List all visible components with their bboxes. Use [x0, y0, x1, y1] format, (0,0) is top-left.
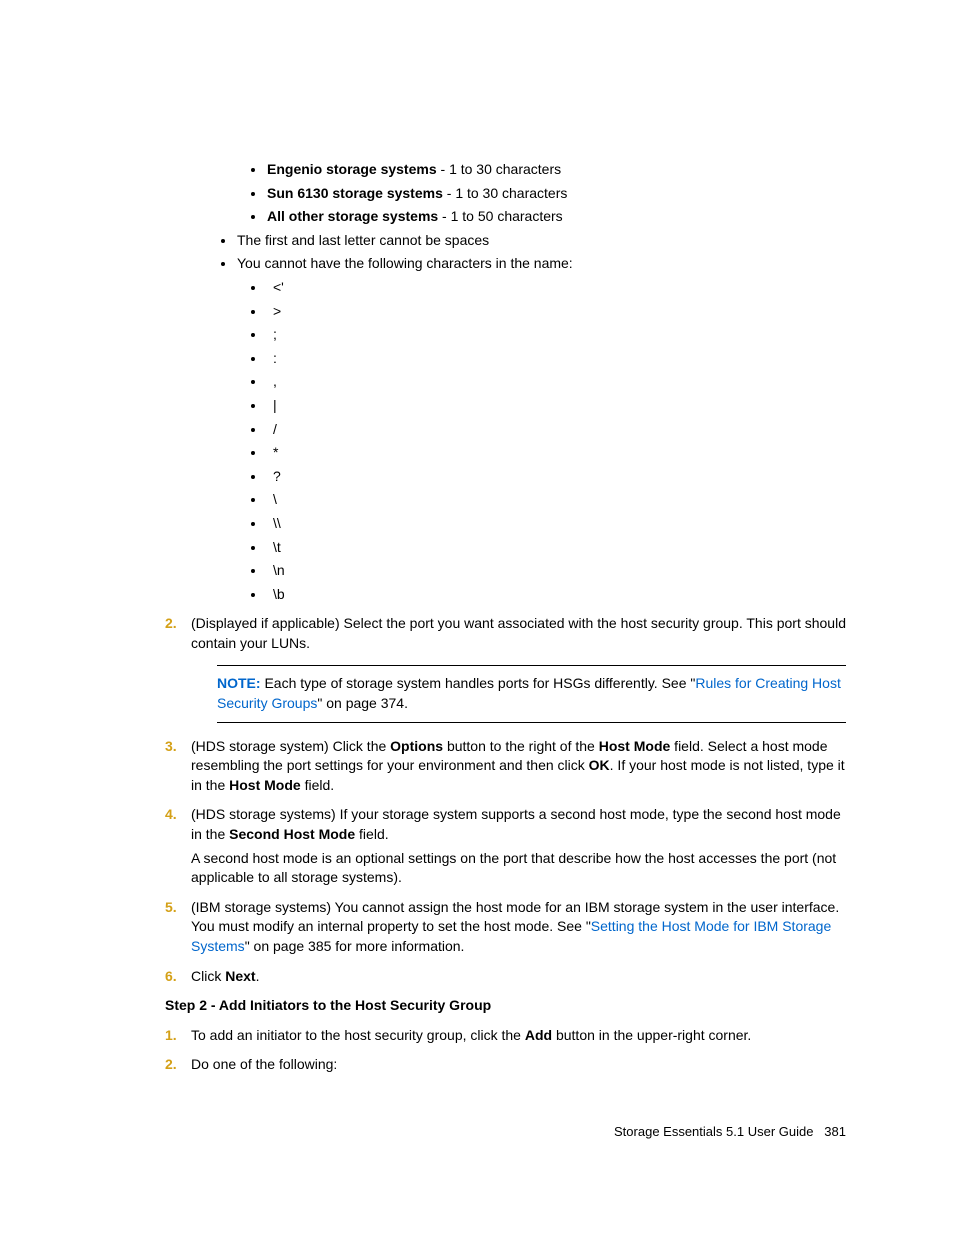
bullet-icon: [251, 428, 255, 432]
list-item: :: [251, 349, 846, 369]
list-item: Engenio storage systems - 1 to 30 charac…: [251, 160, 846, 180]
bullet-icon: [251, 380, 255, 384]
list-item: The first and last letter cannot be spac…: [221, 231, 846, 251]
step-item: 3. (HDS storage system) Click the Option…: [165, 737, 846, 796]
bullet-icon: [251, 451, 255, 455]
ordered-steps: 2. (Displayed if applicable) Select the …: [165, 614, 846, 986]
document-page: Engenio storage systems - 1 to 30 charac…: [0, 0, 954, 1075]
bullet-icon: [251, 404, 255, 408]
step-text: Click Next.: [191, 967, 846, 987]
list-item: *: [251, 443, 846, 463]
list-item: ;: [251, 325, 846, 345]
list-item: \b: [251, 585, 846, 605]
bullet-text: Engenio storage systems - 1 to 30 charac…: [267, 160, 561, 180]
bullet-text: The first and last letter cannot be spac…: [237, 231, 489, 251]
note-block: NOTE: Each type of storage system handle…: [217, 665, 846, 722]
char-text: :: [273, 349, 277, 369]
step-text: (Displayed if applicable) Select the por…: [191, 614, 846, 653]
step-item: 1. To add an initiator to the host secur…: [165, 1026, 846, 1046]
bullet-icon: [251, 192, 255, 196]
bullet-icon: [251, 310, 255, 314]
list-item: ?: [251, 467, 846, 487]
list-item: |: [251, 396, 846, 416]
list-item: ,: [251, 372, 846, 392]
bullet-text: You cannot have the following characters…: [237, 254, 573, 274]
step-paragraph: A second host mode is an optional settin…: [191, 849, 846, 888]
char-text: >: [273, 302, 281, 322]
step-text: (IBM storage systems) You cannot assign …: [191, 898, 846, 957]
char-text: \: [273, 490, 277, 510]
step-item: 6. Click Next.: [165, 967, 846, 987]
list-item: /: [251, 420, 846, 440]
step-number: 2.: [165, 614, 183, 634]
bullet-icon: [251, 569, 255, 573]
bullet-icon: [251, 522, 255, 526]
page-footer: Storage Essentials 5.1 User Guide 381: [614, 1123, 846, 1141]
bullet-icon: [251, 498, 255, 502]
char-text: <': [273, 278, 284, 298]
note-text: " on page 374.: [317, 695, 408, 711]
bullet-icon: [251, 593, 255, 597]
step-text: To add an initiator to the host security…: [191, 1026, 846, 1046]
section-heading-step2: Step 2 - Add Initiators to the Host Secu…: [165, 996, 846, 1016]
step-number: 3.: [165, 737, 183, 757]
note-text: Each type of storage system handles port…: [261, 675, 696, 691]
list-item: You cannot have the following characters…: [221, 254, 846, 274]
storage-system-list: Engenio storage systems - 1 to 30 charac…: [251, 160, 846, 227]
bullet-icon: [251, 475, 255, 479]
char-text: ?: [273, 467, 281, 487]
step-number: 6.: [165, 967, 183, 987]
list-item: \n: [251, 561, 846, 581]
char-text: ,: [273, 372, 277, 392]
step-number: 2.: [165, 1055, 183, 1075]
step-text: (HDS storage systems) If your storage sy…: [191, 805, 846, 844]
bullet-icon: [221, 239, 225, 243]
step-item: 5. (IBM storage systems) You cannot assi…: [165, 898, 846, 957]
step-item: 4. (HDS storage systems) If your storage…: [165, 805, 846, 844]
footer-page-number: 381: [824, 1124, 846, 1139]
rule-list: The first and last letter cannot be spac…: [221, 231, 846, 274]
bullet-icon: [251, 215, 255, 219]
bullet-icon: [251, 168, 255, 172]
bullet-icon: [251, 357, 255, 361]
char-text: |: [273, 396, 277, 416]
char-text: \b: [273, 585, 285, 605]
step2-list: 1. To add an initiator to the host secur…: [165, 1026, 846, 1075]
bullet-text: All other storage systems - 1 to 50 char…: [267, 207, 563, 227]
char-text: \n: [273, 561, 285, 581]
char-text: \t: [273, 538, 281, 558]
footer-title: Storage Essentials 5.1 User Guide: [614, 1124, 813, 1139]
list-item: Sun 6130 storage systems - 1 to 30 chara…: [251, 184, 846, 204]
list-item: \t: [251, 538, 846, 558]
bullet-icon: [251, 286, 255, 290]
char-text: *: [273, 443, 278, 463]
step-number: 4.: [165, 805, 183, 825]
list-item: \: [251, 490, 846, 510]
char-text: \\: [273, 514, 281, 534]
step-text: (HDS storage system) Click the Options b…: [191, 737, 846, 796]
bullet-icon: [251, 546, 255, 550]
list-item: <': [251, 278, 846, 298]
step-text: Do one of the following:: [191, 1055, 846, 1075]
step-number: 5.: [165, 898, 183, 918]
char-text: ;: [273, 325, 277, 345]
bullet-text: Sun 6130 storage systems - 1 to 30 chara…: [267, 184, 567, 204]
list-item: All other storage systems - 1 to 50 char…: [251, 207, 846, 227]
list-item: \\: [251, 514, 846, 534]
list-item: >: [251, 302, 846, 322]
step-item: 2. (Displayed if applicable) Select the …: [165, 614, 846, 653]
bullet-icon: [251, 333, 255, 337]
char-text: /: [273, 420, 277, 440]
note-label: NOTE:: [217, 675, 261, 691]
step-number: 1.: [165, 1026, 183, 1046]
forbidden-char-list: <'>;:,|/*?\\\\t\n\b: [251, 278, 846, 604]
bullet-icon: [221, 262, 225, 266]
step-item: 2. Do one of the following:: [165, 1055, 846, 1075]
